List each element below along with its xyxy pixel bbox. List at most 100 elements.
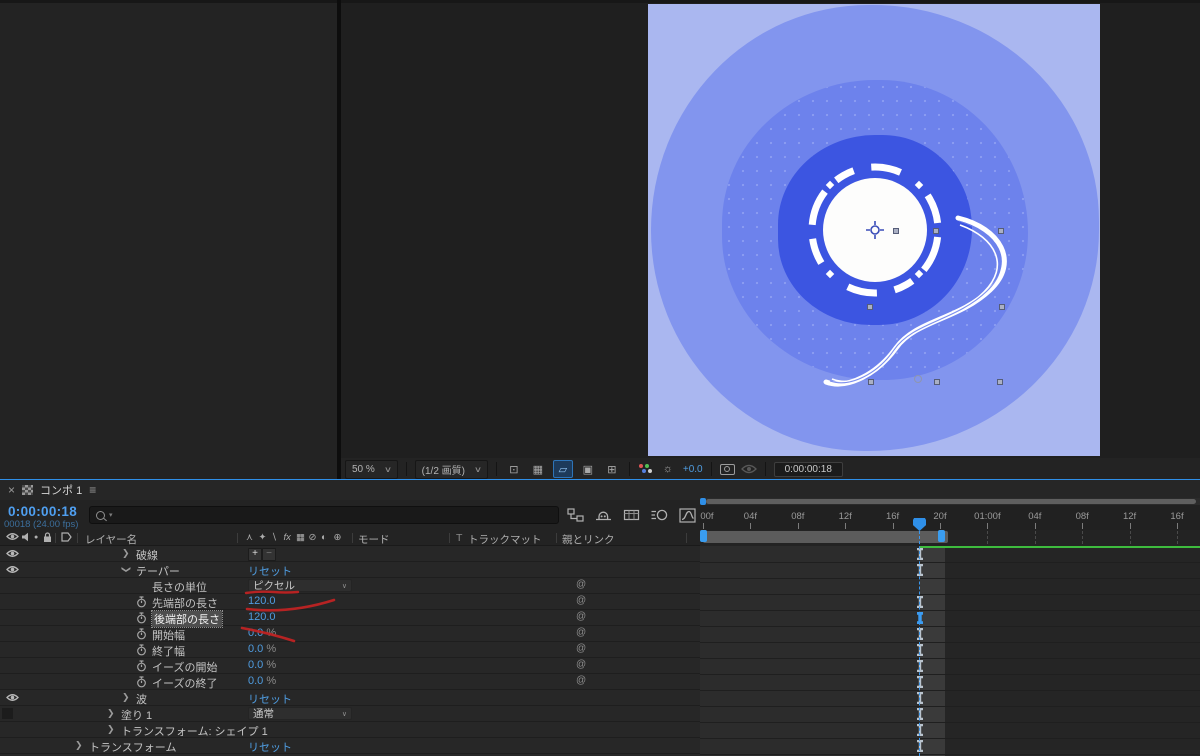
eye-icon[interactable] [6, 693, 19, 702]
current-time-display[interactable]: 0:00:00:18 [8, 504, 77, 519]
stopwatch-icon[interactable] [136, 676, 147, 688]
pick-whip-icon[interactable]: @ [576, 675, 586, 686]
reset-link[interactable]: リセット [248, 563, 292, 579]
property-label[interactable]: 波 [136, 691, 147, 707]
property-label[interactable]: 長さの単位 [152, 579, 207, 595]
property-label[interactable]: テーパー [136, 563, 180, 579]
property-value[interactable]: 0.0 % [248, 627, 276, 639]
property-row[interactable]: 後端部の長さ 120.0 @ [0, 610, 700, 628]
pick-whip-icon[interactable]: @ [576, 659, 586, 670]
work-area-end-handle[interactable] [938, 530, 945, 542]
solo-icon[interactable]: ● [34, 534, 38, 541]
column-layer-name[interactable]: レイヤー名 [85, 532, 137, 547]
pick-whip-icon[interactable]: @ [576, 595, 586, 606]
mask-outline-toggle-icon[interactable]: ▱ [552, 460, 573, 478]
snapshot-camera-icon[interactable] [719, 463, 735, 475]
property-label[interactable]: 開始幅 [152, 627, 185, 643]
property-label[interactable]: 塗り 1 [121, 707, 152, 723]
navigator-start-cap[interactable] [700, 498, 706, 505]
magnification-select[interactable]: 50 % ∨ [345, 459, 398, 479]
work-area-bar[interactable] [703, 531, 948, 543]
stopwatch-icon[interactable] [136, 628, 147, 640]
pick-whip-icon[interactable]: @ [576, 611, 586, 622]
channel-rgb-icon[interactable] [638, 463, 653, 476]
shy-layers-button[interactable] [594, 507, 613, 523]
eye-icon[interactable] [6, 549, 19, 558]
stopwatch-icon[interactable] [136, 660, 147, 672]
eye-column-icon[interactable] [6, 532, 19, 541]
visibility-box[interactable] [2, 708, 13, 719]
property-row[interactable]: 長さの単位 ピクセル ∨ @ [0, 578, 700, 594]
remove-property-button[interactable]: − [262, 548, 276, 561]
property-label[interactable]: トランスフォーム [89, 739, 176, 755]
selection-handle[interactable] [893, 228, 899, 234]
selection-handle-circle[interactable] [914, 375, 922, 383]
stopwatch-icon[interactable] [136, 644, 147, 656]
property-label[interactable]: イーズの開始 [152, 659, 217, 675]
zoom-fit-icon[interactable]: ⊡ [505, 461, 523, 477]
region-of-interest-icon[interactable]: ▣ [579, 461, 597, 477]
property-value[interactable]: 0.0 % [248, 643, 276, 655]
pick-whip-icon[interactable]: @ [576, 643, 586, 654]
time-ruler[interactable]: 0:00f 04f 08f 12f 16f 20f 01:00f 04f 08f 12f 16f [700, 505, 1200, 530]
twirl-open-icon[interactable]: ❯ [120, 565, 131, 573]
property-row[interactable]: ❯ 破線 + − [0, 546, 700, 562]
search-input[interactable]: ▾ [89, 506, 559, 524]
grid-guides-icon[interactable]: ⊞ [603, 461, 621, 477]
preview-timecode[interactable]: 0:00:00:18 [773, 461, 843, 477]
selection-handle[interactable] [868, 379, 874, 385]
label-tag-icon[interactable] [61, 532, 72, 542]
graph-editor-button[interactable] [678, 507, 697, 523]
navigator-handle[interactable] [706, 499, 1196, 504]
twirl-closed-icon[interactable]: ❯ [75, 740, 83, 751]
property-row[interactable]: ❯ 塗り 1 通常 ∨ [0, 706, 700, 722]
keyframe-graph-area[interactable] [700, 546, 1200, 756]
selection-handle[interactable] [867, 304, 873, 310]
property-label[interactable]: 後端部の長さ [151, 610, 223, 628]
property-row[interactable]: イーズの開始 0.0 % @ [0, 658, 700, 674]
property-label[interactable]: トランスフォーム: シェイプ 1 [121, 723, 268, 739]
twirl-closed-icon[interactable]: ❯ [107, 708, 115, 719]
panel-menu-icon[interactable]: ≡ [89, 483, 96, 497]
motion-blur-button[interactable] [650, 507, 669, 523]
property-value[interactable]: 0.0 % [248, 675, 276, 687]
anchor-point-icon[interactable] [865, 220, 885, 240]
property-row[interactable]: イーズの終了 0.0 % @ [0, 674, 700, 690]
property-row[interactable]: ❯ 波 リセット [0, 690, 700, 706]
close-icon[interactable]: × [8, 483, 15, 497]
tab-comp-1[interactable]: コンポ 1 [40, 482, 82, 498]
reset-link[interactable]: リセット [248, 739, 292, 755]
selection-handle[interactable] [999, 304, 1005, 310]
twirl-closed-icon[interactable]: ❯ [107, 724, 115, 735]
twirl-closed-icon[interactable]: ❯ [122, 548, 130, 559]
exposure-icon[interactable]: ☼ [659, 461, 677, 477]
property-value[interactable]: 120.0 [248, 595, 276, 607]
value-dropdown[interactable]: ピクセル ∨ [248, 579, 352, 592]
speaker-icon[interactable] [21, 532, 31, 542]
property-value[interactable]: 120.0 [248, 611, 276, 623]
column-mode[interactable]: モード [358, 532, 390, 547]
pick-whip-icon[interactable]: @ [576, 627, 586, 638]
column-track-matte[interactable]: トラックマット [468, 532, 542, 547]
reset-link[interactable]: リセット [248, 691, 292, 707]
property-row[interactable]: 終了幅 0.0 % @ [0, 642, 700, 658]
property-row[interactable]: 開始幅 0.0 % @ [0, 626, 700, 642]
property-value[interactable]: 0.0 % [248, 659, 276, 671]
timeline-navigator[interactable] [700, 498, 1200, 505]
exposure-value[interactable]: +0.0 [683, 464, 703, 475]
frame-blend-button[interactable] [622, 507, 641, 523]
show-snapshot-icon[interactable] [740, 464, 757, 474]
property-label[interactable]: 終了幅 [152, 643, 185, 659]
add-property-button[interactable]: + [248, 548, 262, 561]
eye-icon[interactable] [6, 565, 19, 574]
property-row[interactable]: ❯ トランスフォーム: シェイプ 1 [0, 722, 700, 738]
work-area-start-handle[interactable] [700, 530, 707, 542]
column-parent-link[interactable]: 親とリンク [562, 532, 615, 547]
selection-handle[interactable] [934, 379, 940, 385]
composition-viewport[interactable] [648, 4, 1100, 456]
stopwatch-icon[interactable] [136, 612, 147, 624]
selection-handle[interactable] [933, 228, 939, 234]
property-row[interactable]: ❯ トランスフォーム リセット [0, 738, 700, 754]
selection-handle[interactable] [998, 228, 1004, 234]
transparency-grid-icon[interactable]: ▦ [529, 461, 547, 477]
